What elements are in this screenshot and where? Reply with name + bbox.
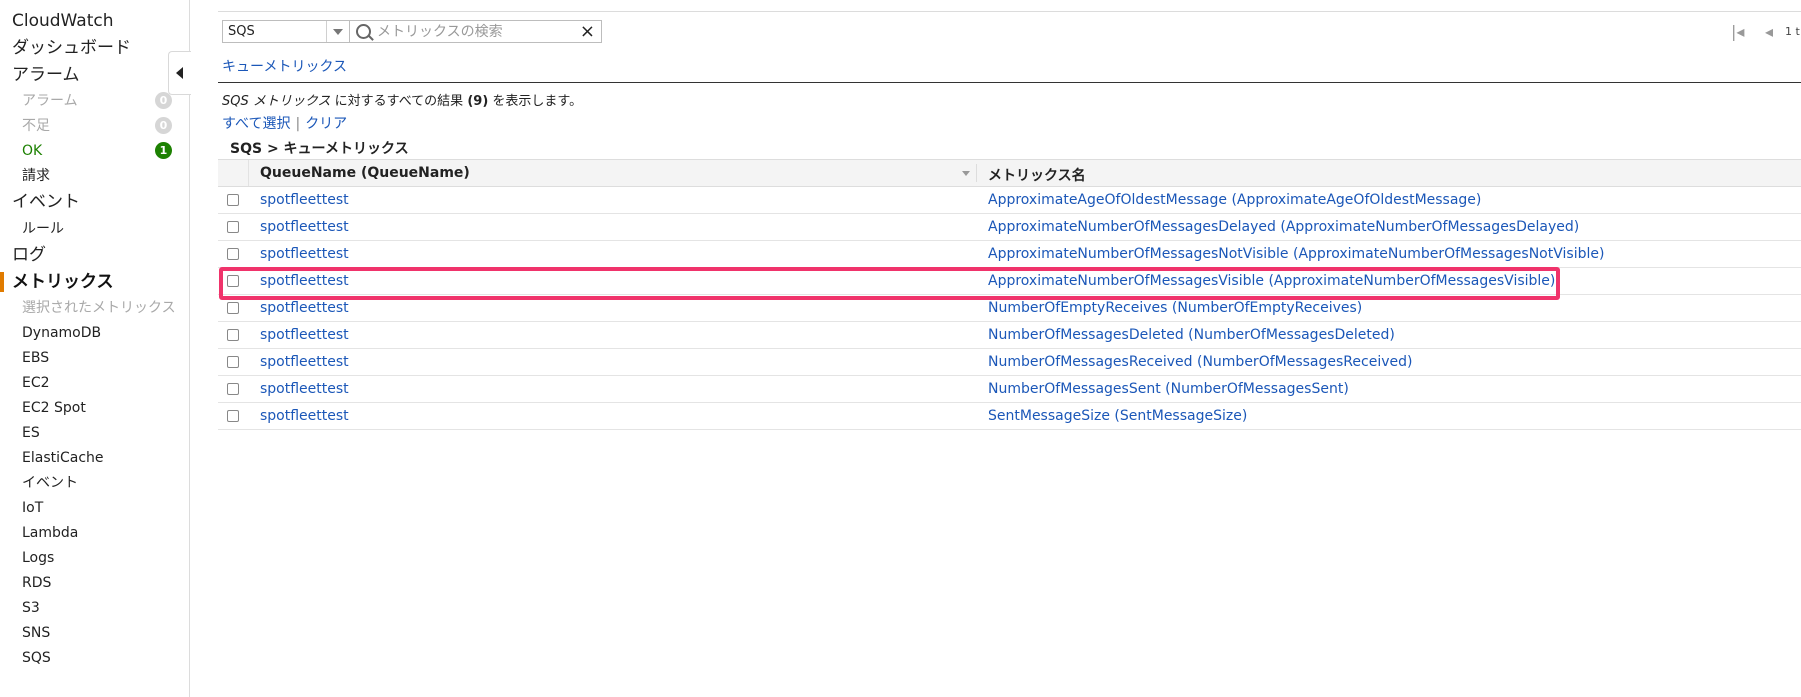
section-divider (218, 82, 1801, 83)
group-title: SQS > キューメトリックス (230, 141, 409, 157)
dropdown-button[interactable] (326, 21, 349, 42)
queue-name-link[interactable]: spotfleettest (260, 192, 349, 208)
sidebar-item-sqs[interactable]: SQS (22, 647, 51, 669)
metric-name-link[interactable]: ApproximateNumberOfMessagesDelayed (Appr… (988, 219, 1579, 235)
column-header-queuename[interactable]: QueueName (QueueName) (260, 165, 470, 181)
sidebar-item-dashboard[interactable]: ダッシュボード (12, 37, 131, 59)
link-separator: | (295, 116, 301, 132)
sidebar-item-sns[interactable]: SNS (22, 622, 50, 644)
column-divider (976, 164, 977, 182)
row-checkbox[interactable] (227, 221, 239, 233)
search-icon (356, 24, 371, 39)
namespace-value: SQS (228, 24, 255, 39)
row-checkbox[interactable] (227, 194, 239, 206)
sidebar-item-alarm-state[interactable]: アラーム (22, 90, 78, 112)
table-row: spotfleettest NumberOfMessagesDeleted (N… (218, 322, 1801, 349)
queue-name-link[interactable]: spotfleettest (260, 219, 349, 235)
table-row: spotfleettest NumberOfMessagesSent (Numb… (218, 376, 1801, 403)
page-indicator: 1 t (1785, 25, 1800, 38)
queue-name-link[interactable]: spotfleettest (260, 354, 349, 370)
sidebar-item-cloudwatch[interactable]: CloudWatch (12, 10, 114, 32)
sidebar-item-events[interactable]: イベント (12, 191, 80, 213)
sidebar-item-events-metrics[interactable]: イベント (22, 472, 78, 494)
row-checkbox[interactable] (227, 329, 239, 341)
table-row: spotfleettest SentMessageSize (SentMessa… (218, 403, 1801, 430)
header-checkbox-cell (218, 160, 249, 186)
sidebar-item-iot[interactable]: IoT (22, 497, 43, 519)
metric-name-link[interactable]: ApproximateNumberOfMessagesNotVisible (A… (988, 246, 1604, 262)
result-summary: SQS メトリックス に対するすべての結果 (9) を表示します。 (222, 90, 582, 109)
active-indicator (0, 272, 4, 292)
sidebar-item-s3[interactable]: S3 (22, 597, 40, 619)
clear-link[interactable]: クリア (305, 116, 347, 132)
queue-name-link[interactable]: spotfleettest (260, 300, 349, 316)
row-checkbox[interactable] (227, 410, 239, 422)
sidebar-item-selected-metrics[interactable]: 選択されたメトリックス (22, 297, 176, 319)
sidebar-item-elasticache[interactable]: ElastiCache (22, 447, 104, 469)
table-row: spotfleettest ApproximateAgeOfOldestMess… (218, 187, 1801, 214)
sort-icon[interactable] (962, 171, 970, 176)
selection-links: すべて選択 | クリア (222, 113, 347, 133)
sidebar: CloudWatch ダッシュボード アラーム アラーム 0 不足 0 OK 1… (0, 0, 190, 697)
table-row: spotfleettest ApproximateNumberOfMessage… (218, 241, 1801, 268)
sidebar-item-rds[interactable]: RDS (22, 572, 51, 594)
sidebar-item-insufficient[interactable]: 不足 (22, 115, 50, 137)
summary-namespace: SQS メトリックス (222, 94, 331, 109)
search-input[interactable] (377, 22, 567, 41)
sidebar-item-ebs[interactable]: EBS (22, 347, 49, 369)
summary-middle: に対するすべての結果 (330, 94, 468, 109)
metric-name-link[interactable]: NumberOfEmptyReceives (NumberOfEmptyRece… (988, 300, 1362, 316)
sidebar-item-alarms[interactable]: アラーム (12, 64, 80, 86)
sidebar-item-lambda[interactable]: Lambda (22, 522, 78, 544)
sidebar-item-rules[interactable]: ルール (22, 218, 64, 240)
chevron-down-icon (333, 29, 343, 35)
sidebar-item-logs[interactable]: ログ (12, 244, 46, 266)
sidebar-item-ok[interactable]: OK (22, 140, 42, 162)
column-header-metric-name[interactable]: メトリックス名 (988, 165, 1086, 185)
table-header: QueueName (QueueName) メトリックス名 (218, 160, 1801, 187)
insufficient-count-badge: 0 (155, 117, 172, 134)
ok-count-badge: 1 (155, 142, 172, 159)
queue-name-link[interactable]: spotfleettest (260, 327, 349, 343)
row-checkbox[interactable] (227, 248, 239, 260)
table-row: spotfleettest ApproximateNumberOfMessage… (218, 214, 1801, 241)
metric-name-link[interactable]: ApproximateAgeOfOldestMessage (Approxima… (988, 192, 1481, 208)
toolbar-divider (218, 11, 1801, 12)
metric-name-link[interactable]: NumberOfMessagesSent (NumberOfMessagesSe… (988, 381, 1349, 397)
row-checkbox[interactable] (227, 383, 239, 395)
sidebar-item-ec2-spot[interactable]: EC2 Spot (22, 397, 86, 419)
queue-name-link[interactable]: spotfleettest (260, 381, 349, 397)
metric-name-link[interactable]: NumberOfMessagesDeleted (NumberOfMessage… (988, 327, 1395, 343)
row-checkbox[interactable] (227, 302, 239, 314)
queue-name-link[interactable]: spotfleettest (260, 408, 349, 424)
sidebar-item-billing[interactable]: 請求 (22, 165, 50, 187)
chevron-left-icon (176, 67, 183, 79)
metric-name-link[interactable]: NumberOfMessagesReceived (NumberOfMessag… (988, 354, 1412, 370)
queue-name-link[interactable]: spotfleettest (260, 246, 349, 262)
sidebar-item-ec2[interactable]: EC2 (22, 372, 50, 394)
select-all-link[interactable]: すべて選択 (222, 116, 290, 132)
namespace-select[interactable]: SQS (222, 20, 350, 43)
sidebar-item-dynamodb[interactable]: DynamoDB (22, 322, 101, 344)
row-checkbox[interactable] (227, 356, 239, 368)
summary-suffix: を表示します。 (488, 94, 583, 109)
summary-count: (9) (467, 94, 489, 109)
highlight-box (219, 267, 1560, 300)
table-row: spotfleettest NumberOfMessagesReceived (… (218, 349, 1801, 376)
sidebar-item-es[interactable]: ES (22, 422, 40, 444)
first-page-icon[interactable]: |◂ (1731, 20, 1744, 43)
sidebar-item-logs-metrics[interactable]: Logs (22, 547, 54, 569)
breadcrumb-queue-metrics[interactable]: キューメトリックス (222, 56, 347, 76)
sidebar-item-metrics[interactable]: メトリックス (12, 271, 114, 293)
prev-page-icon[interactable]: ◂ (1765, 20, 1773, 43)
pagination: |◂ ◂ 1 t (1731, 20, 1801, 43)
table-group-header: SQS > キューメトリックス (218, 134, 1801, 160)
metric-name-link[interactable]: SentMessageSize (SentMessageSize) (988, 408, 1247, 424)
sidebar-collapse-toggle[interactable] (168, 51, 191, 95)
clear-search-icon[interactable]: × (580, 21, 595, 43)
search-box: × (350, 20, 602, 43)
